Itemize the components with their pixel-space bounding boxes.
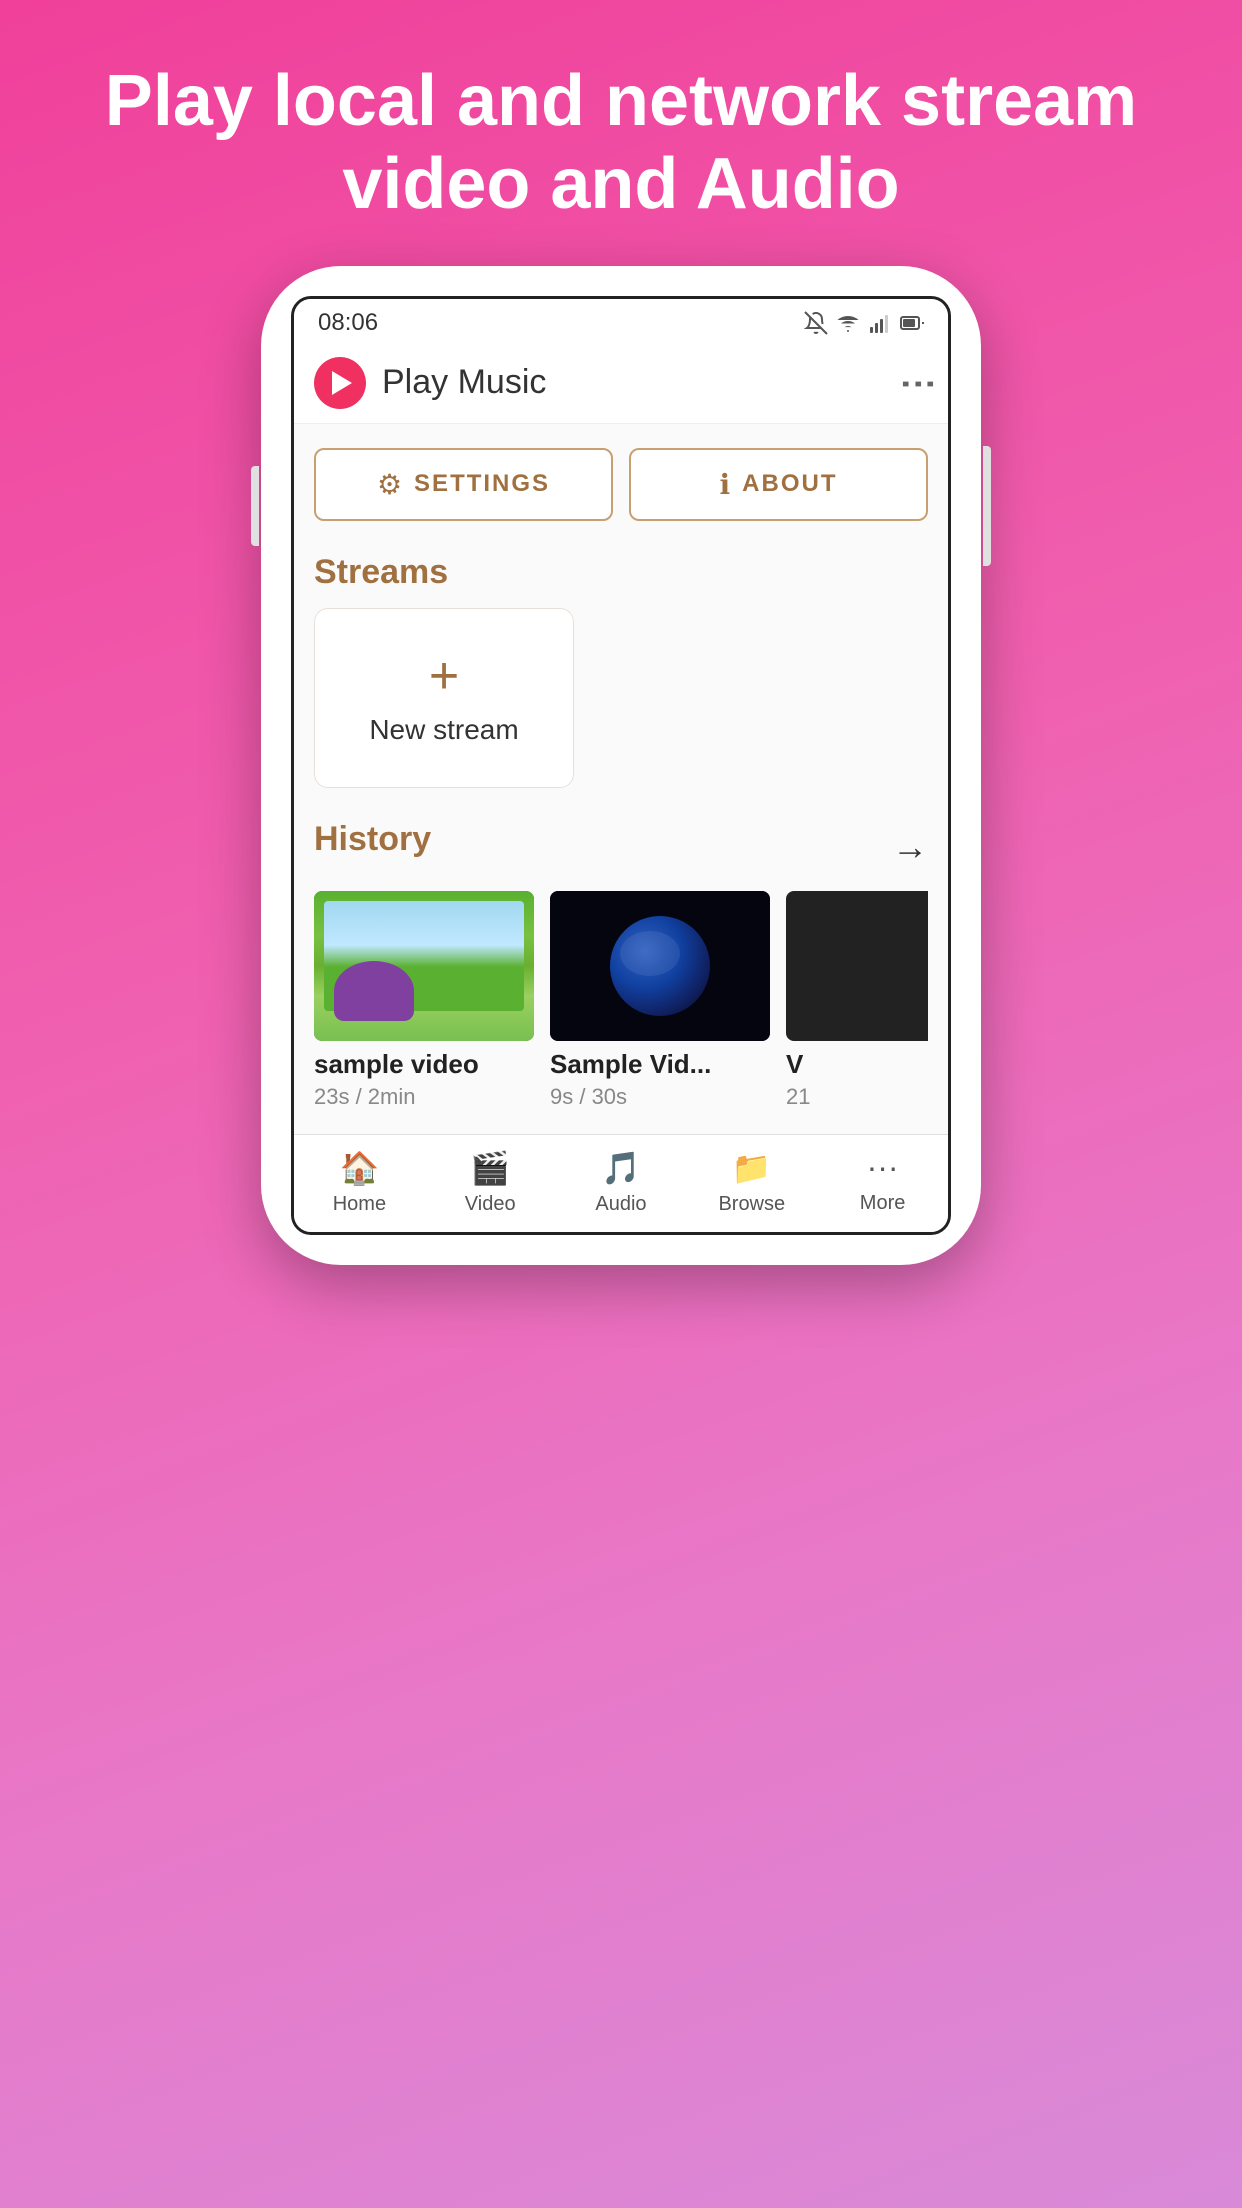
history-item-subtitle-2: 9s / 30s xyxy=(550,1084,770,1110)
history-thumbnail-3 xyxy=(786,891,928,1041)
nature-thumb xyxy=(314,891,534,1041)
history-row: sample video 23s / 2min Sample Vid... 9s… xyxy=(314,891,928,1110)
new-stream-card[interactable]: + New stream xyxy=(314,608,574,788)
history-item-title-3: V xyxy=(786,1049,928,1080)
history-item-subtitle-1: 23s / 2min xyxy=(314,1084,534,1110)
phone-mockup: 08:06 xyxy=(261,266,981,1265)
app-logo xyxy=(314,357,366,409)
content-area: ⚙ SETTINGS ℹ ABOUT Streams + New stream xyxy=(294,424,948,1134)
settings-button[interactable]: ⚙ SETTINGS xyxy=(314,448,613,521)
nav-item-more[interactable]: ··· More xyxy=(817,1149,948,1216)
status-bar: 08:06 xyxy=(294,299,948,343)
signal-icon xyxy=(868,311,892,335)
nav-label-video: Video xyxy=(465,1193,516,1216)
nav-label-browse: Browse xyxy=(718,1193,785,1216)
about-button[interactable]: ℹ ABOUT xyxy=(629,448,928,521)
history-item-subtitle-3: 21 xyxy=(786,1084,928,1110)
action-button-row: ⚙ SETTINGS ℹ ABOUT xyxy=(314,448,928,521)
history-item[interactable]: Sample Vid... 9s / 30s xyxy=(550,891,770,1110)
about-label: ABOUT xyxy=(742,470,837,498)
app-title: Play Music xyxy=(382,363,906,402)
settings-label: SETTINGS xyxy=(414,470,550,498)
nav-item-home[interactable]: 🏠 Home xyxy=(294,1149,425,1216)
history-thumbnail-2 xyxy=(550,891,770,1041)
audio-icon: 🎵 xyxy=(601,1149,641,1187)
new-stream-label: New stream xyxy=(369,714,518,746)
phone-screen: 08:06 xyxy=(291,296,951,1235)
history-thumbnail-1 xyxy=(314,891,534,1041)
battery-icon xyxy=(900,311,924,335)
play-icon xyxy=(332,371,352,395)
history-header: History → xyxy=(314,820,928,875)
app-bar: Play Music ⋮ xyxy=(294,343,948,424)
status-time: 08:06 xyxy=(318,309,378,337)
earth-thumb xyxy=(550,891,770,1041)
hero-title: Play local and network stream video and … xyxy=(0,0,1242,266)
bell-muted-icon xyxy=(804,311,828,335)
nav-label-audio: Audio xyxy=(595,1193,646,1216)
history-title: History xyxy=(314,820,431,859)
history-arrow-icon[interactable]: → xyxy=(892,826,928,868)
overflow-menu-button[interactable]: ⋮ xyxy=(906,364,928,402)
earth-circle xyxy=(610,916,710,1016)
gear-icon: ⚙ xyxy=(377,468,402,501)
more-icon: ··· xyxy=(867,1149,899,1186)
partial-thumb xyxy=(786,891,928,1041)
home-icon: 🏠 xyxy=(339,1149,379,1187)
streams-title: Streams xyxy=(314,553,928,592)
nav-item-video[interactable]: 🎬 Video xyxy=(425,1149,556,1216)
phone-side-btn-left xyxy=(251,466,259,546)
bottom-nav: 🏠 Home 🎬 Video 🎵 Audio 📁 Browse ··· More xyxy=(294,1134,948,1232)
info-icon: ℹ xyxy=(720,468,731,501)
history-item[interactable]: V 21 xyxy=(786,891,928,1110)
nav-item-audio[interactable]: 🎵 Audio xyxy=(556,1149,687,1216)
history-item[interactable]: sample video 23s / 2min xyxy=(314,891,534,1110)
status-icons xyxy=(804,311,924,335)
nav-label-more: More xyxy=(860,1192,906,1215)
video-icon: 🎬 xyxy=(470,1149,510,1187)
browse-icon: 📁 xyxy=(732,1149,772,1187)
history-item-title-2: Sample Vid... xyxy=(550,1049,770,1080)
wifi-icon xyxy=(836,311,860,335)
nav-label-home: Home xyxy=(333,1193,386,1216)
phone-side-btn-right xyxy=(983,446,991,566)
plus-icon: + xyxy=(429,650,459,702)
history-section: History → sample video 23s / 2min xyxy=(314,820,928,1110)
history-item-title-1: sample video xyxy=(314,1049,534,1080)
streams-section: Streams + New stream xyxy=(314,553,928,788)
nav-item-browse[interactable]: 📁 Browse xyxy=(686,1149,817,1216)
